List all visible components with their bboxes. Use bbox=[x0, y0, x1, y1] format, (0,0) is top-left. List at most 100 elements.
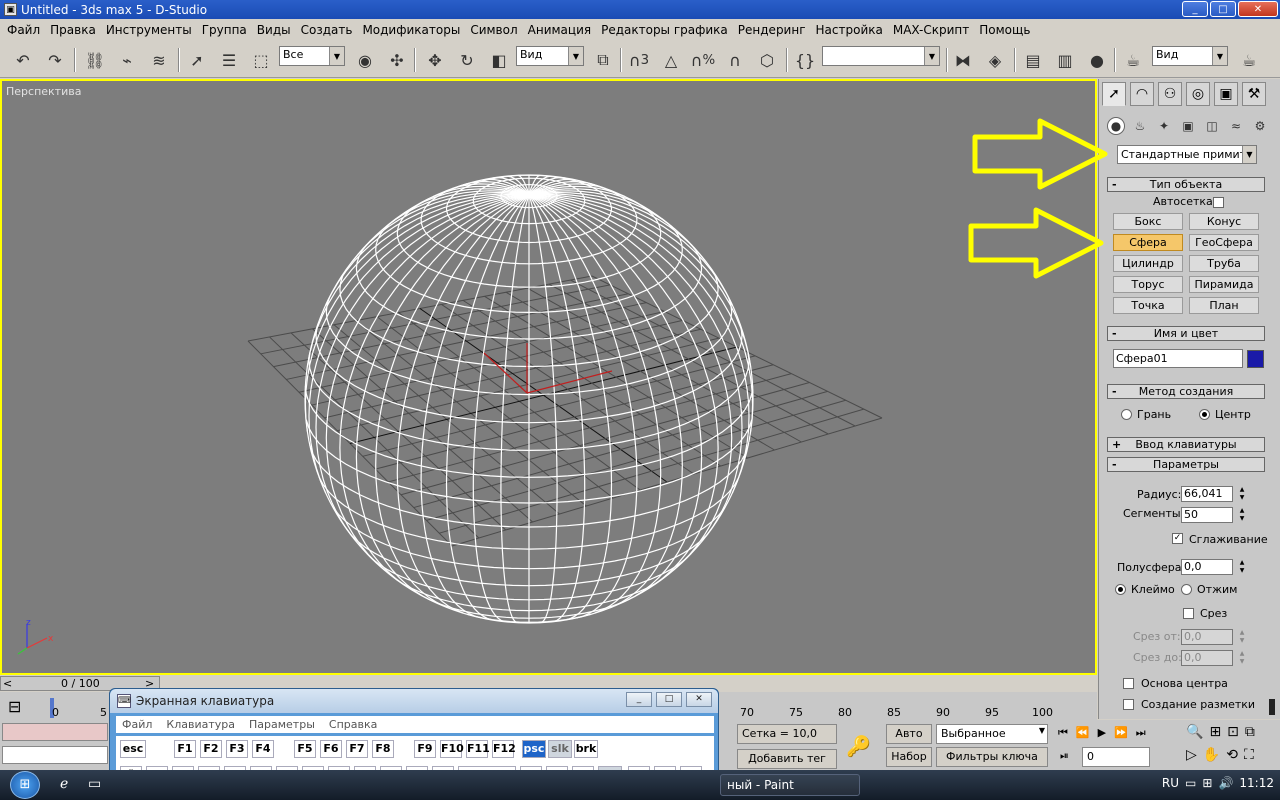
menu-item[interactable]: MAX-Скрипт bbox=[888, 23, 974, 37]
object-type-rollout-header[interactable]: - Тип объекта bbox=[1107, 177, 1265, 192]
gen-mapping-checkbox[interactable] bbox=[1123, 699, 1134, 710]
creation-method-rollout-header[interactable]: - Метод создания bbox=[1107, 384, 1265, 399]
menu-item[interactable]: Виды bbox=[252, 23, 296, 37]
select-by-name-icon[interactable]: ☰ bbox=[216, 47, 242, 73]
bind-spacewarp-icon[interactable]: ≋ bbox=[146, 47, 172, 73]
current-frame-input[interactable]: 0 bbox=[1082, 747, 1150, 767]
menu-item[interactable]: Создать bbox=[296, 23, 358, 37]
tray-icon[interactable]: ▭ bbox=[1185, 776, 1196, 790]
start-button[interactable]: ⊞ bbox=[10, 771, 40, 799]
angle-snap-icon[interactable]: △ bbox=[658, 47, 684, 73]
network-icon[interactable]: ⊞ bbox=[1202, 776, 1212, 790]
smooth-checkbox[interactable]: ✓ bbox=[1172, 533, 1183, 544]
hierarchy-tab-icon[interactable]: ⚇ bbox=[1158, 82, 1182, 106]
next-frame-icon[interactable]: ⏩ bbox=[1114, 726, 1128, 740]
show-desktop-icon[interactable]: ▭ bbox=[88, 776, 101, 792]
quick-render-icon[interactable]: ☕ bbox=[1236, 47, 1262, 73]
select-arrow-icon[interactable]: ➚ bbox=[184, 47, 210, 73]
close-button[interactable]: ✕ bbox=[1238, 1, 1278, 17]
named-selection-icon[interactable]: {} bbox=[792, 47, 818, 73]
select-center-icon[interactable]: ◉ bbox=[352, 47, 378, 73]
object-type-button[interactable]: Цилиндр bbox=[1113, 255, 1183, 272]
maxscript-input[interactable] bbox=[2, 746, 108, 764]
menu-item[interactable]: Файл bbox=[2, 23, 45, 37]
move-icon[interactable]: ✥ bbox=[422, 47, 448, 73]
spacewarps-icon[interactable]: ≈ bbox=[1227, 117, 1245, 135]
squash-radio[interactable] bbox=[1181, 584, 1192, 595]
menu-item[interactable]: Инструменты bbox=[101, 23, 197, 37]
autogrid-checkbox[interactable] bbox=[1213, 197, 1224, 208]
clock[interactable]: 11:12 bbox=[1239, 776, 1274, 790]
slice-checkbox[interactable] bbox=[1183, 608, 1194, 619]
osk-key[interactable]: F12 bbox=[492, 740, 516, 758]
osk-key[interactable]: psc bbox=[522, 740, 546, 758]
region-select-icon[interactable]: ⬚ bbox=[248, 47, 274, 73]
set-key-button[interactable]: Набор bbox=[886, 747, 932, 767]
percent-snap-icon[interactable]: ∩% bbox=[690, 47, 716, 73]
add-time-tag-button[interactable]: Добавить тег bbox=[737, 749, 837, 769]
render-view-select[interactable]: Вид ▼ bbox=[1152, 46, 1228, 66]
selection-filter-select[interactable]: Все ▼ bbox=[279, 46, 345, 66]
osk-key[interactable]: F9 bbox=[414, 740, 436, 758]
snap-toggle-icon[interactable]: ∩ 3 bbox=[626, 47, 652, 73]
align-icon[interactable]: ◈ bbox=[982, 47, 1008, 73]
zoom-extents-all-icon[interactable]: ⧉ bbox=[1245, 724, 1255, 740]
osk-key[interactable]: F1 bbox=[174, 740, 196, 758]
radius-input[interactable]: 66,041 bbox=[1181, 486, 1233, 502]
object-type-button[interactable]: План bbox=[1189, 297, 1259, 314]
radius-spinner[interactable]: ▲ ▼ bbox=[1237, 486, 1247, 502]
base-pivot-checkbox[interactable] bbox=[1123, 678, 1134, 689]
menu-item[interactable]: Рендеринг bbox=[733, 23, 811, 37]
systems-icon[interactable]: ⚙ bbox=[1251, 117, 1269, 135]
osk-key[interactable]: F6 bbox=[320, 740, 342, 758]
menu-item[interactable]: Модификаторы bbox=[357, 23, 465, 37]
name-color-rollout-header[interactable]: - Имя и цвет bbox=[1107, 326, 1265, 341]
osk-close-button[interactable]: ✕ bbox=[686, 692, 712, 707]
taskbar-paint-button[interactable]: ный - Paint bbox=[720, 774, 860, 796]
menu-item[interactable]: Правка bbox=[45, 23, 101, 37]
osk-menu-item[interactable]: Клавиатура bbox=[166, 718, 235, 731]
language-indicator[interactable]: RU bbox=[1162, 776, 1179, 790]
pivot-center-icon[interactable]: ⧉ bbox=[590, 47, 616, 73]
geometry-icon[interactable]: ● bbox=[1107, 117, 1125, 135]
osk-key[interactable]: brk bbox=[574, 740, 598, 758]
motion-tab-icon[interactable]: ◎ bbox=[1186, 82, 1210, 106]
schematic-view-icon[interactable]: ▥ bbox=[1052, 47, 1078, 73]
cameras-icon[interactable]: ▣ bbox=[1179, 117, 1197, 135]
osk-key[interactable]: F3 bbox=[226, 740, 248, 758]
track-view-icon[interactable]: ▤ bbox=[1020, 47, 1046, 73]
volume-icon[interactable]: 🔊 bbox=[1218, 776, 1233, 790]
render-scene-icon[interactable]: ☕ bbox=[1120, 47, 1146, 73]
goto-end-icon[interactable]: ⏭ bbox=[1136, 726, 1146, 740]
osk-key[interactable]: F10 bbox=[440, 740, 464, 758]
osk-maximize-button[interactable]: □ bbox=[656, 692, 682, 707]
mini-curve-editor-icon[interactable]: ⊟ bbox=[8, 697, 21, 716]
unlink-icon[interactable]: ⌁ bbox=[114, 47, 140, 73]
object-type-button[interactable]: Пирамида bbox=[1189, 276, 1259, 293]
goto-start-icon[interactable]: ⏮ bbox=[1058, 726, 1068, 740]
lights-icon[interactable]: ✦ bbox=[1155, 117, 1173, 135]
slice-from-input[interactable]: 0,0 bbox=[1181, 629, 1233, 645]
material-editor-icon[interactable]: ● bbox=[1084, 47, 1110, 73]
fov-icon[interactable]: ▷ bbox=[1186, 747, 1197, 763]
parameters-rollout-header[interactable]: - Параметры bbox=[1107, 457, 1265, 472]
slice-from-spinner[interactable]: ▲ ▼ bbox=[1237, 629, 1247, 645]
named-selection-select[interactable]: ▼ bbox=[822, 46, 940, 66]
mirror-icon[interactable]: ⧓ bbox=[950, 47, 976, 73]
zoom-all-icon[interactable]: ⊞ bbox=[1209, 724, 1221, 740]
osk-key[interactable]: F11 bbox=[466, 740, 490, 758]
menu-item[interactable]: Редакторы графика bbox=[596, 23, 733, 37]
redo-icon[interactable]: ↷ bbox=[42, 47, 68, 73]
object-name-input[interactable]: Сфера01 bbox=[1113, 349, 1243, 368]
object-type-button[interactable]: Конус bbox=[1189, 213, 1259, 230]
ie-icon[interactable]: ℯ bbox=[60, 776, 68, 792]
category-select[interactable]: Стандартные примитив ▼ bbox=[1117, 145, 1257, 164]
key-mode-select[interactable]: Выбранное ▼ bbox=[936, 724, 1048, 744]
object-type-button[interactable]: Бокс bbox=[1113, 213, 1183, 230]
keyboard-entry-rollout-header[interactable]: + Ввод клавиатуры bbox=[1107, 437, 1265, 452]
menu-item[interactable]: Помощь bbox=[974, 23, 1035, 37]
play-icon[interactable]: ▶ bbox=[1098, 726, 1106, 740]
scale-icon[interactable]: ◧ bbox=[486, 47, 512, 73]
arc-rotate-icon[interactable]: ⟲ bbox=[1226, 747, 1238, 763]
modify-tab-icon[interactable]: ◠ bbox=[1130, 82, 1154, 106]
